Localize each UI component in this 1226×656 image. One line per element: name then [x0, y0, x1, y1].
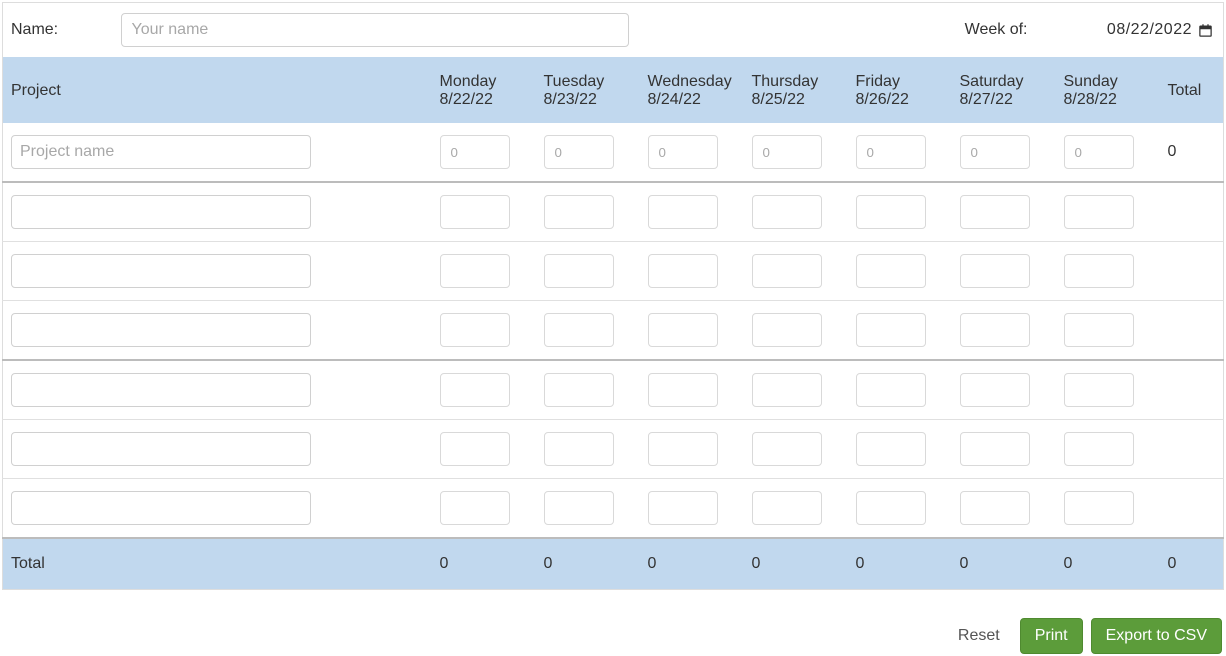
row-total: [1160, 360, 1224, 420]
hours-input-sun[interactable]: [1064, 195, 1134, 229]
hours-input-mon[interactable]: [440, 432, 510, 466]
hours-input-fri[interactable]: [856, 195, 926, 229]
hours-input-wed[interactable]: [648, 254, 718, 288]
print-button[interactable]: Print: [1020, 618, 1083, 654]
hours-input-sun[interactable]: [1064, 373, 1134, 407]
row-total: [1160, 301, 1224, 361]
footer-total-label: Total: [3, 538, 432, 590]
hours-input-thu[interactable]: [752, 373, 822, 407]
hours-input-fri[interactable]: [856, 254, 926, 288]
hours-input-thu[interactable]: [752, 313, 822, 347]
export-csv-button[interactable]: Export to CSV: [1091, 618, 1222, 654]
hours-input-wed[interactable]: [648, 491, 718, 525]
hours-input-mon[interactable]: [440, 373, 510, 407]
table-row: 0: [3, 123, 1224, 182]
hours-input-sat[interactable]: [960, 195, 1030, 229]
col-header-saturday: Saturday8/27/22: [952, 57, 1056, 123]
col-header-monday: Monday8/22/22: [432, 57, 536, 123]
hours-input-tue[interactable]: [544, 432, 614, 466]
footer-total-thu: 0: [744, 538, 848, 590]
reset-button[interactable]: Reset: [946, 619, 1012, 653]
row-total: [1160, 479, 1224, 539]
footer-total-tue: 0: [536, 538, 640, 590]
footer-total-sat: 0: [952, 538, 1056, 590]
col-header-tuesday: Tuesday8/23/22: [536, 57, 640, 123]
calendar-icon[interactable]: [1198, 23, 1213, 38]
project-name-input[interactable]: [11, 254, 311, 288]
hours-input-fri[interactable]: [856, 313, 926, 347]
hours-input-sat[interactable]: [960, 254, 1030, 288]
hours-input-tue[interactable]: [544, 254, 614, 288]
hours-input-tue[interactable]: [544, 491, 614, 525]
footer-grand-total: 0: [1160, 538, 1224, 590]
hours-input-sat[interactable]: [960, 491, 1030, 525]
project-name-input[interactable]: [11, 313, 311, 347]
row-total: 0: [1160, 123, 1224, 182]
name-input[interactable]: [121, 13, 629, 47]
hours-input-sun[interactable]: [1064, 254, 1134, 288]
hours-input-mon[interactable]: [440, 135, 510, 169]
hours-input-mon[interactable]: [440, 313, 510, 347]
name-label: Name:: [11, 21, 58, 38]
hours-input-mon[interactable]: [440, 254, 510, 288]
hours-input-thu[interactable]: [752, 491, 822, 525]
table-row: [3, 301, 1224, 361]
project-name-input[interactable]: [11, 432, 311, 466]
hours-input-sun[interactable]: [1064, 432, 1134, 466]
hours-input-thu[interactable]: [752, 135, 822, 169]
hours-input-wed[interactable]: [648, 373, 718, 407]
week-of-picker[interactable]: [1094, 20, 1213, 40]
project-name-input[interactable]: [11, 373, 311, 407]
col-header-wednesday: Wednesday8/24/22: [640, 57, 744, 123]
col-header-project: Project: [3, 57, 432, 123]
hours-input-fri[interactable]: [856, 135, 926, 169]
row-total: [1160, 420, 1224, 479]
project-name-input[interactable]: [11, 195, 311, 229]
hours-input-tue[interactable]: [544, 195, 614, 229]
col-header-sunday: Sunday8/28/22: [1056, 57, 1160, 123]
hours-input-fri[interactable]: [856, 432, 926, 466]
table-row: [3, 420, 1224, 479]
timesheet-table: Name: Week of:: [2, 2, 1224, 590]
project-name-input[interactable]: [11, 491, 311, 525]
hours-input-mon[interactable]: [440, 491, 510, 525]
hours-input-thu[interactable]: [752, 195, 822, 229]
hours-input-wed[interactable]: [648, 313, 718, 347]
hours-input-tue[interactable]: [544, 373, 614, 407]
hours-input-thu[interactable]: [752, 254, 822, 288]
hours-input-sat[interactable]: [960, 373, 1030, 407]
hours-input-sat[interactable]: [960, 432, 1030, 466]
hours-input-mon[interactable]: [440, 195, 510, 229]
table-row: [3, 360, 1224, 420]
project-name-input[interactable]: [11, 135, 311, 169]
hours-input-fri[interactable]: [856, 373, 926, 407]
hours-input-thu[interactable]: [752, 432, 822, 466]
hours-input-sun[interactable]: [1064, 135, 1134, 169]
hours-input-fri[interactable]: [856, 491, 926, 525]
hours-input-tue[interactable]: [544, 313, 614, 347]
week-of-label: Week of:: [965, 21, 1048, 38]
col-header-total: Total: [1160, 57, 1224, 123]
hours-input-sun[interactable]: [1064, 313, 1134, 347]
footer-total-mon: 0: [432, 538, 536, 590]
col-header-friday: Friday8/26/22: [848, 57, 952, 123]
footer-total-wed: 0: [640, 538, 744, 590]
row-total: [1160, 242, 1224, 301]
col-header-thursday: Thursday8/25/22: [744, 57, 848, 123]
hours-input-wed[interactable]: [648, 432, 718, 466]
hours-input-wed[interactable]: [648, 135, 718, 169]
table-row: [3, 182, 1224, 242]
week-of-value[interactable]: [1094, 20, 1194, 40]
hours-input-wed[interactable]: [648, 195, 718, 229]
row-total: [1160, 182, 1224, 242]
footer-total-fri: 0: [848, 538, 952, 590]
hours-input-sun[interactable]: [1064, 491, 1134, 525]
hours-input-sat[interactable]: [960, 313, 1030, 347]
table-row: [3, 242, 1224, 301]
table-row: [3, 479, 1224, 539]
hours-input-tue[interactable]: [544, 135, 614, 169]
footer-total-sun: 0: [1056, 538, 1160, 590]
hours-input-sat[interactable]: [960, 135, 1030, 169]
